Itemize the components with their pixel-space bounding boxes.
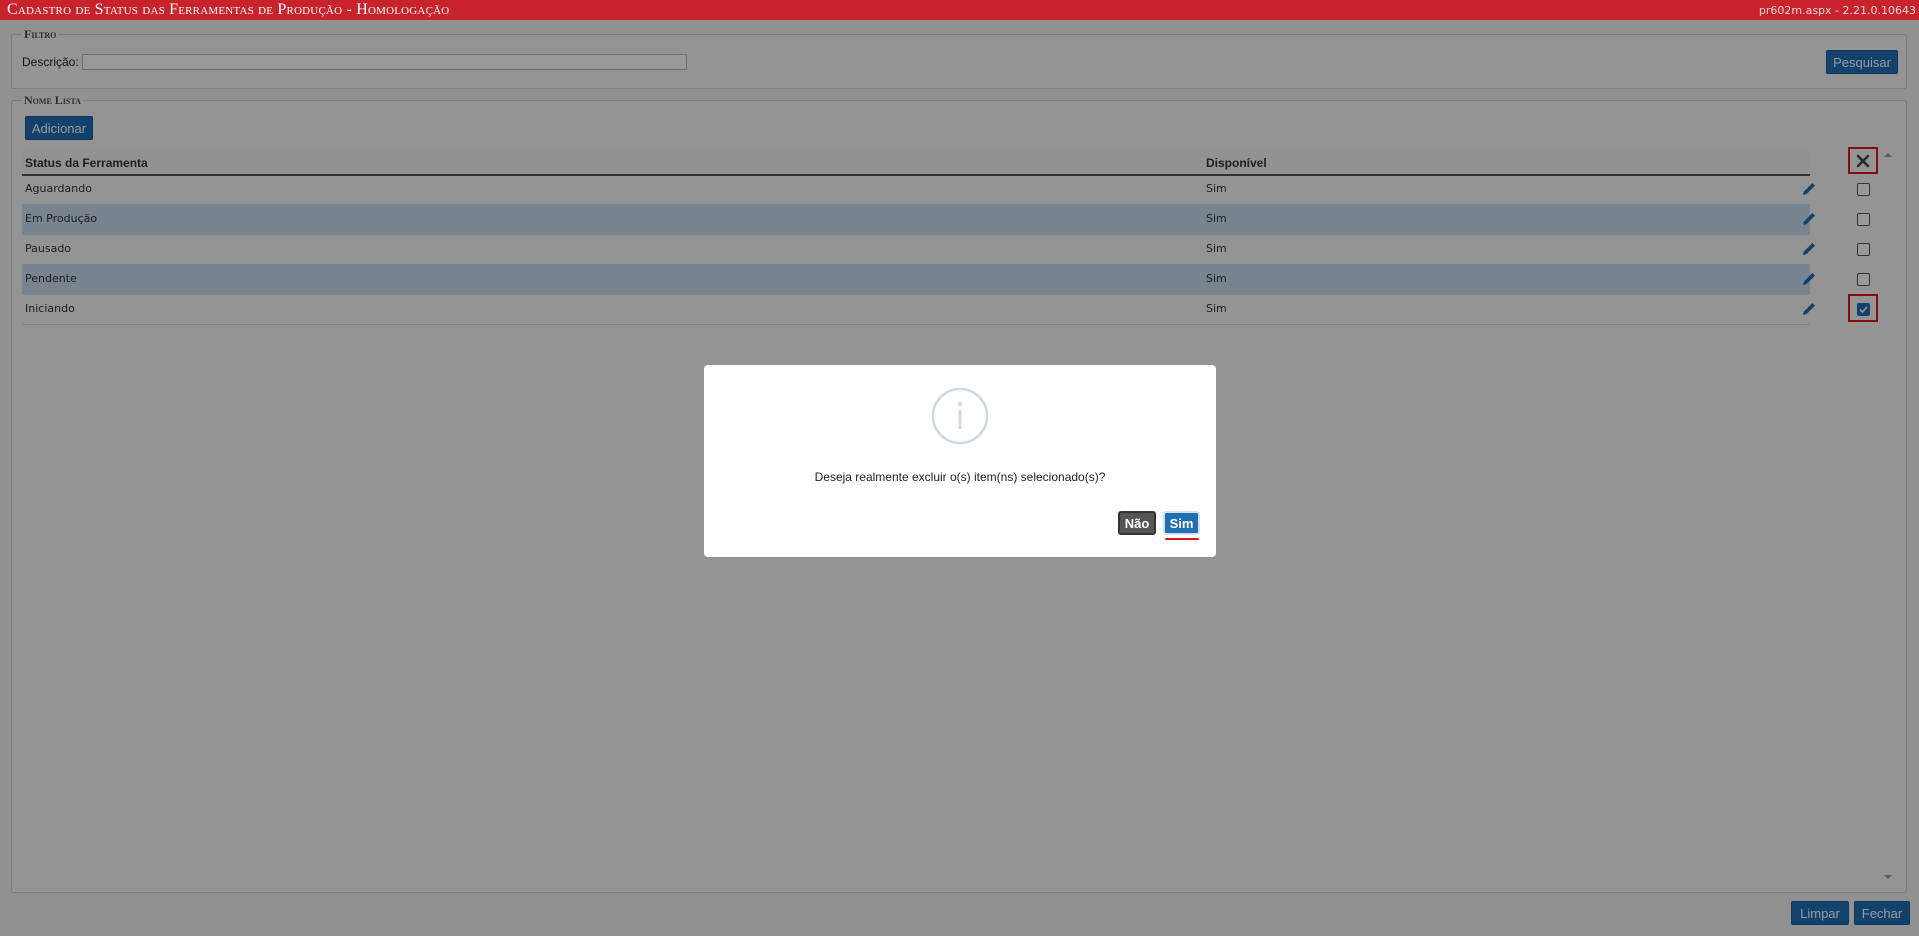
window-title: Cadastro de Status das Ferramentas de Pr…: [7, 1, 450, 18]
dialog-message: Deseja realmente excluir o(s) item(ns) s…: [814, 470, 1106, 484]
title-bar: Cadastro de Status das Ferramentas de Pr…: [0, 0, 1919, 20]
yes-button[interactable]: Sim: [1163, 511, 1200, 535]
no-button[interactable]: Não: [1118, 511, 1156, 535]
version-label: pr602m.aspx - 2.21.0.10643: [1758, 4, 1916, 17]
yes-button-underline: [1165, 538, 1199, 540]
confirm-dialog: Deseja realmente excluir o(s) item(ns) s…: [704, 365, 1216, 557]
info-icon: [931, 387, 989, 445]
